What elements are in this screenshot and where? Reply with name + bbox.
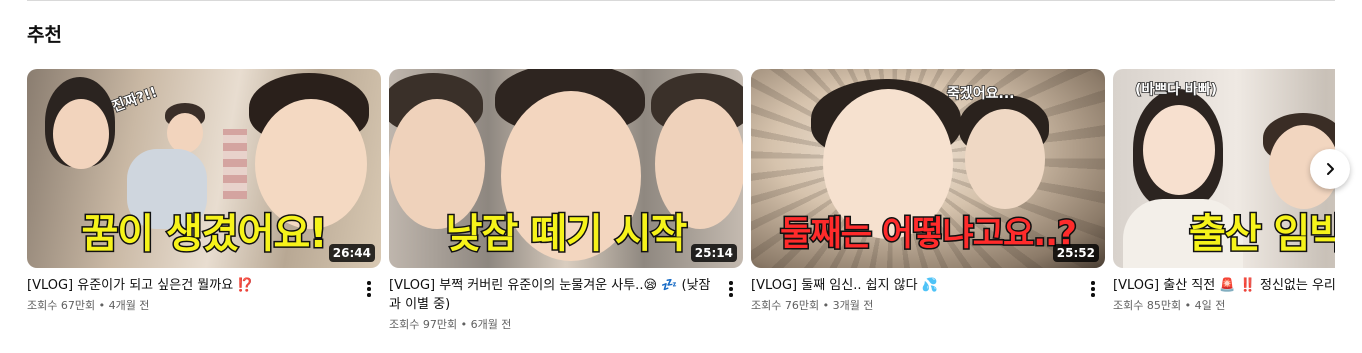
- video-title[interactable]: [VLOG] 부쩍 커버린 유준이의 눈물겨운 사투..😪 💤 (낮잠과 이별 …: [389, 276, 715, 314]
- duration-badge: 25:14: [690, 244, 737, 262]
- thumbnail-tag: 죽겠어요...: [946, 85, 1015, 103]
- video-stats: 조회수 76만회 • 3개월 전: [751, 299, 874, 312]
- video-card[interactable]: 죽겠어요... 둘째는 어떻냐고요..? 25:52 [VLOG] 둘째 임신.…: [751, 69, 1105, 314]
- video-stats: 조회수 85만회 • 4일 전: [1113, 299, 1226, 312]
- chevron-right-icon: [1327, 163, 1334, 175]
- video-meta: [VLOG] 둘째 임신.. 쉽지 않다 💦 조회수 76만회 • 3개월 전: [751, 276, 1105, 314]
- video-thumbnail[interactable]: (바쁘다 바빠) 출산 임박: [1113, 69, 1335, 268]
- thumbnail-tag: (바쁘다 바빠): [1134, 81, 1218, 99]
- kebab-vertical-icon[interactable]: [361, 278, 377, 300]
- video-title[interactable]: [VLOG] 출산 직전 🚨 ‼️ 정신없는 우리: [1113, 276, 1335, 295]
- video-card[interactable]: (바쁘다 바빠) 출산 임박 [VLOG] 출산 직전 🚨 ‼️ 정신없는 우리…: [1113, 69, 1335, 314]
- video-card[interactable]: 낮잠 떼기 시작 25:14 [VLOG] 부쩍 커버린 유준이의 눈물겨운 사…: [389, 69, 743, 333]
- video-stats: 조회수 97만회 • 6개월 전: [389, 318, 512, 331]
- kebab-vertical-icon[interactable]: [723, 278, 739, 300]
- top-divider: [27, 0, 1335, 1]
- duration-badge: 25:52: [1052, 244, 1099, 262]
- section-title: 추천: [27, 24, 62, 46]
- video-card[interactable]: 진짜?!! 꿈이 생겼어요! 26:44 [VLOG] 유준이가 되고 싶은건 …: [27, 69, 381, 314]
- video-title[interactable]: [VLOG] 유준이가 되고 싶은건 뭘까요 ⁉️: [27, 276, 353, 295]
- video-thumbnail[interactable]: 낮잠 떼기 시작 25:14: [389, 69, 743, 268]
- video-title[interactable]: [VLOG] 둘째 임신.. 쉽지 않다 💦: [751, 276, 1077, 295]
- thumbnail-overlay-text: 낮잠 떼기 시작: [444, 210, 689, 259]
- video-meta: [VLOG] 부쩍 커버린 유준이의 눈물겨운 사투..😪 💤 (낮잠과 이별 …: [389, 276, 743, 333]
- thumbnail-overlay-text: 둘째는 어떻냐고요..?: [779, 213, 1079, 256]
- video-thumbnail[interactable]: 죽겠어요... 둘째는 어떻냐고요..? 25:52: [751, 69, 1105, 268]
- video-thumbnail[interactable]: 진짜?!! 꿈이 생겼어요! 26:44: [27, 69, 381, 268]
- kebab-vertical-icon[interactable]: [1085, 278, 1101, 300]
- video-stats: 조회수 67만회 • 4개월 전: [27, 299, 150, 312]
- thumbnail-overlay-text: 꿈이 생겼어요!: [80, 210, 329, 259]
- video-meta: [VLOG] 유준이가 되고 싶은건 뭘까요 ⁉️ 조회수 67만회 • 4개월…: [27, 276, 381, 314]
- thumbnail-overlay-text: 출산 임박: [1188, 210, 1336, 259]
- duration-badge: 26:44: [328, 244, 375, 262]
- video-shelf: 진짜?!! 꿈이 생겼어요! 26:44 [VLOG] 유준이가 되고 싶은건 …: [27, 69, 1335, 353]
- shelf-next-button[interactable]: [1310, 149, 1350, 189]
- video-meta: [VLOG] 출산 직전 🚨 ‼️ 정신없는 우리 조회수 85만회 • 4일 …: [1113, 276, 1335, 314]
